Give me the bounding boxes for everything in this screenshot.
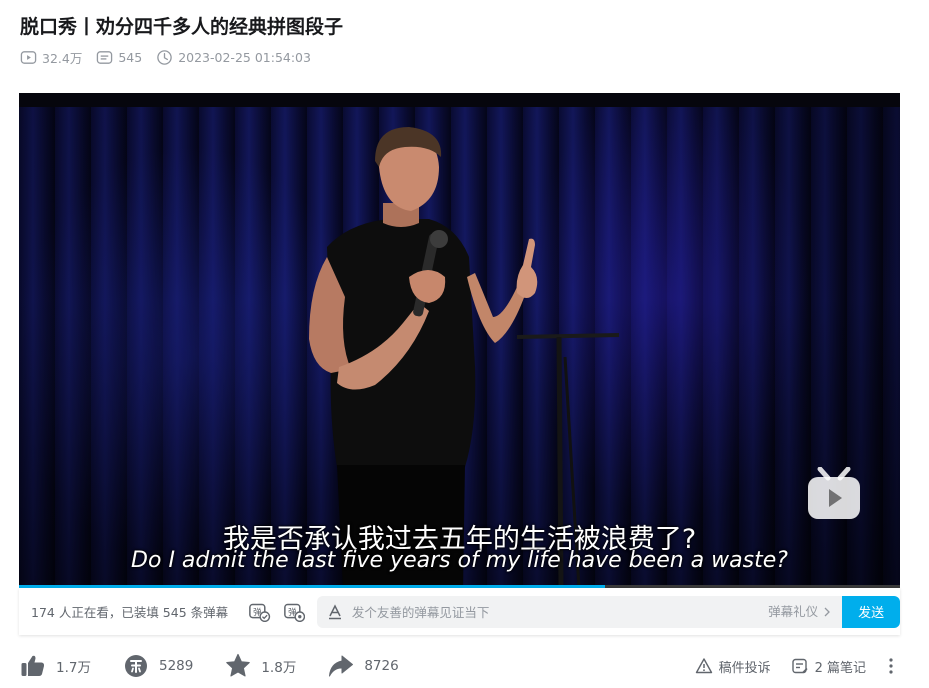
coin-count: 5289 <box>158 658 194 674</box>
chevron-right-icon <box>824 607 831 616</box>
send-danmaku-button[interactable]: 发送 <box>842 595 900 628</box>
publish-time: 2023-02-25 01:54:03 <box>156 49 311 66</box>
danmaku-count-icon <box>97 50 113 64</box>
thumbs-up-icon <box>21 655 45 676</box>
share-count: 8726 <box>364 658 399 674</box>
warning-icon <box>695 658 712 674</box>
view-count: 32.4万 <box>20 48 82 67</box>
danmaku-etiquette-label: 弹幕礼仪 <box>768 603 819 619</box>
publish-time-value: 2023-02-25 01:54:03 <box>178 49 311 65</box>
subtitle-english: Do I admit the last five years of my lif… <box>131 548 788 573</box>
report-button[interactable]: 稿件投诉 <box>695 657 771 676</box>
view-count-value: 32.4万 <box>42 50 83 66</box>
video-meta: 32.4万 545 2023-02-25 01:54:03 <box>20 48 325 66</box>
toolbar-right: 稿件投诉 2 篇笔记 <box>675 650 900 682</box>
danmaku-bar: 174 人正在看，已装填 545 条弹幕 弹 弹 发个友善的弹幕见证当下 弹幕礼… <box>19 588 900 635</box>
danmaku-input-placeholder: 发个友善的弹幕见证当下 <box>351 605 490 620</box>
video-title: 脱口秀丨劝分四千多人的经典拼图段子 <box>20 16 344 38</box>
bilibili-tv-icon[interactable] <box>806 467 862 521</box>
text-style-icon[interactable] <box>327 603 343 620</box>
favorite-button[interactable]: 1.8万 <box>225 653 296 679</box>
coin-icon <box>124 655 147 677</box>
danmaku-input[interactable]: 发个友善的弹幕见证当下 弹幕礼仪 <box>316 595 843 628</box>
danmaku-etiquette-link[interactable]: 弹幕礼仪 <box>768 596 832 628</box>
like-count: 1.7万 <box>56 660 91 676</box>
notes-label: 2 篇笔记 <box>814 660 866 676</box>
clock-icon <box>157 49 172 65</box>
danmaku-count-value: 545 <box>118 49 143 65</box>
notes-button[interactable]: 2 篇笔记 <box>791 657 866 676</box>
video-frame <box>19 107 900 588</box>
notes-icon <box>791 658 808 674</box>
favorite-count: 1.8万 <box>261 660 297 676</box>
coin-button[interactable]: 5289 <box>123 653 193 679</box>
play-count-icon <box>20 50 37 64</box>
share-arrow-icon <box>329 655 354 677</box>
danmaku-count: 545 <box>96 49 142 66</box>
more-vertical-icon[interactable] <box>882 657 900 675</box>
action-toolbar: 1.7万 5289 1.8万 8726 稿件投诉 2 篇笔记 <box>20 650 900 682</box>
danmaku-settings-icon[interactable]: 弹 <box>283 600 305 624</box>
viewers-status: 174 人正在看，已装填 545 条弹幕 <box>31 605 229 620</box>
danmaku-toggle-icon[interactable]: 弹 <box>248 600 271 624</box>
share-button[interactable]: 8726 <box>328 653 399 679</box>
report-label: 稿件投诉 <box>718 660 771 676</box>
video-player[interactable]: 我是否承认我过去五年的生活被浪费了? Do I admit the last f… <box>19 93 900 588</box>
like-button[interactable]: 1.7万 <box>20 653 91 679</box>
star-icon <box>226 653 251 677</box>
